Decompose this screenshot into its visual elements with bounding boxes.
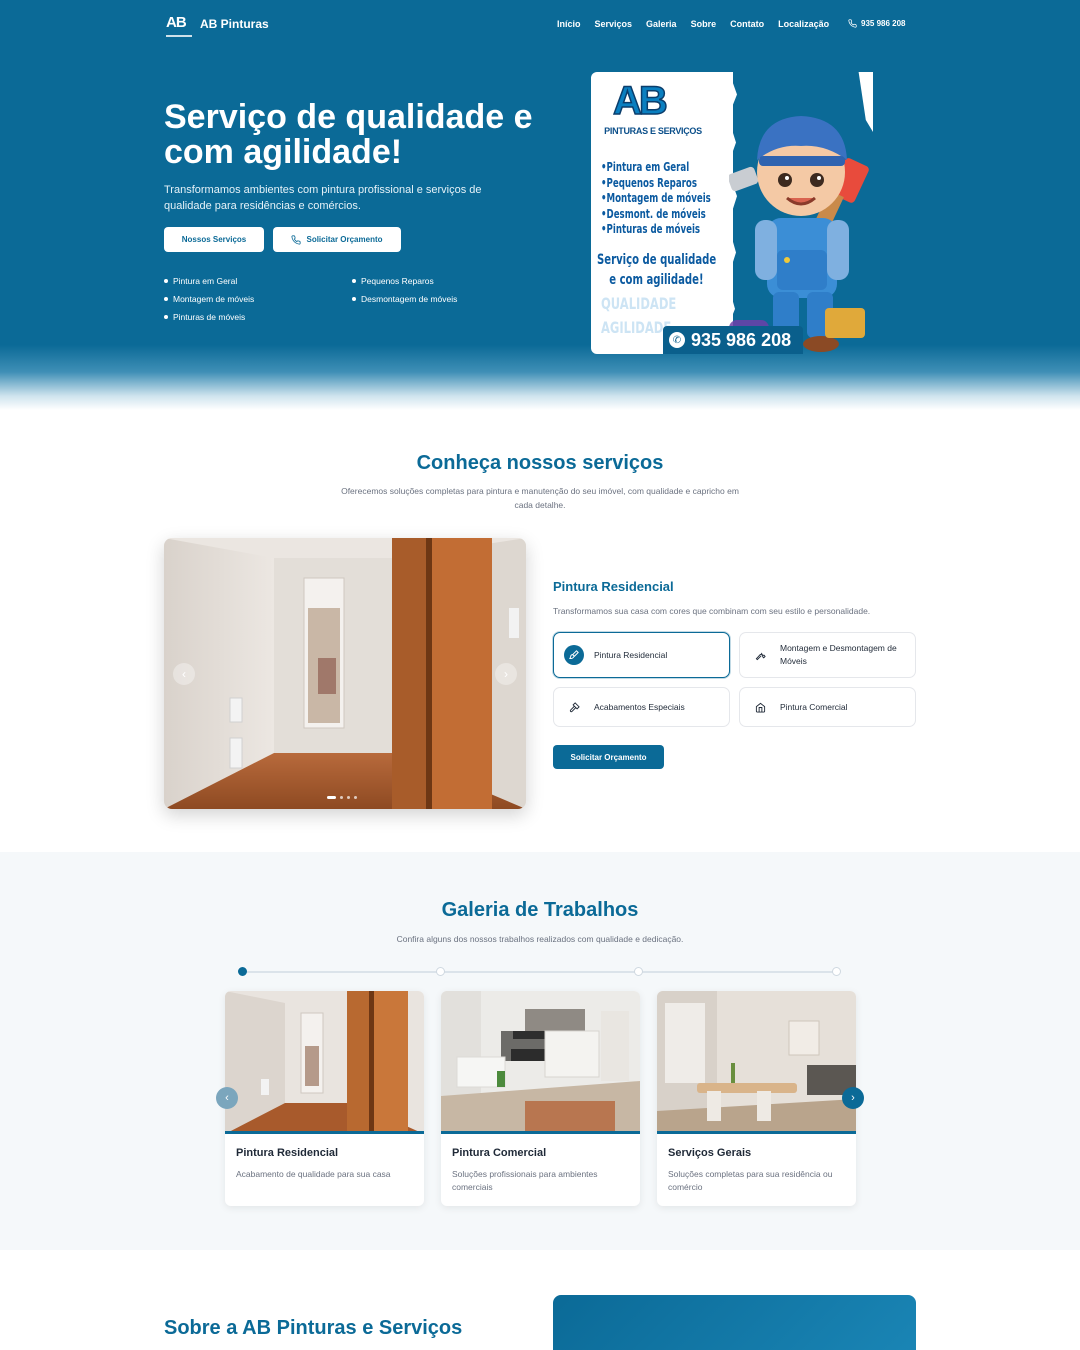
gallery-section-title: Galeria de Trabalhos bbox=[441, 899, 639, 921]
gallery-card[interactable]: Pintura Residencial Acabamento de qualid… bbox=[225, 991, 424, 1206]
service-card-label: Pintura Comercial bbox=[780, 702, 848, 712]
about-section-title: Sobre a AB Pinturas e Serviços bbox=[164, 1317, 463, 1339]
gallery-card-title: Serviços Gerais bbox=[668, 1147, 752, 1159]
brand-name: AB Pinturas bbox=[200, 17, 269, 31]
hammer-icon bbox=[564, 697, 584, 717]
poster-tagline: Serviço de qualidade e com agilidade! bbox=[597, 252, 717, 288]
services-section-title: Conheça nossos serviços bbox=[416, 452, 664, 474]
gallery-card-description: Soluções profissionais para ambientes co… bbox=[452, 1169, 598, 1192]
feature-item: Pequenos Reparos bbox=[352, 276, 434, 286]
poster-logo: AB PINTURAS E SERVIÇOS bbox=[604, 79, 702, 136]
gallery-card-image bbox=[441, 991, 640, 1134]
gallery-card[interactable]: Pintura Comercial Soluções profissionais… bbox=[441, 991, 640, 1206]
nav-link-localizacao[interactable]: Localização bbox=[778, 19, 829, 29]
gallery-step-dot[interactable] bbox=[832, 967, 841, 976]
gallery-card-description: Soluções completas para sua residência o… bbox=[668, 1169, 833, 1192]
paintbrush-icon bbox=[564, 645, 584, 665]
gallery-card-image bbox=[225, 991, 424, 1134]
gallery-next-button[interactable]: › bbox=[842, 1087, 864, 1109]
service-card-pintura-residencial[interactable]: Pintura Residencial bbox=[553, 632, 730, 678]
gallery-card-image bbox=[657, 991, 856, 1134]
gallery-card[interactable]: Serviços Gerais Soluções completas para … bbox=[657, 991, 856, 1206]
feature-item: Pinturas de móveis bbox=[164, 312, 245, 322]
gallery-step-dot[interactable] bbox=[436, 967, 445, 976]
slider-dot[interactable] bbox=[347, 796, 350, 799]
service-card-montagem[interactable]: Montagem e Desmontagem de Móveis bbox=[739, 632, 916, 678]
our-services-button[interactable]: Nossos Serviços bbox=[164, 227, 264, 252]
wrench-icon bbox=[750, 645, 770, 665]
nav-phone-number: 935 986 208 bbox=[861, 19, 906, 28]
gallery-card-title: Pintura Residencial bbox=[236, 1147, 339, 1159]
home-icon bbox=[750, 697, 770, 717]
nav-link-contato[interactable]: Contato bbox=[730, 19, 764, 29]
service-card-label: Pintura Residencial bbox=[594, 650, 668, 660]
slider-dot[interactable] bbox=[354, 796, 357, 799]
gallery-step-dot[interactable] bbox=[238, 967, 247, 976]
gallery-section-subtitle: Confira alguns dos nossos trabalhos real… bbox=[396, 934, 684, 944]
gallery-card-description: Acabamento de qualidade para sua casa bbox=[236, 1169, 391, 1179]
service-card-pintura-comercial[interactable]: Pintura Comercial bbox=[739, 687, 916, 727]
poster-logo-subtitle: PINTURAS E SERVIÇOS bbox=[604, 126, 702, 136]
gallery-step-dot[interactable] bbox=[634, 967, 643, 976]
brand-logo: AB bbox=[166, 14, 192, 37]
our-services-label: Nossos Serviços bbox=[181, 235, 247, 244]
nav-link-sobre[interactable]: Sobre bbox=[691, 19, 717, 29]
slider-prev-button[interactable]: ‹ bbox=[173, 663, 195, 685]
request-quote-label: Solicitar Orçamento bbox=[306, 235, 383, 244]
nav-link-inicio[interactable]: Início bbox=[557, 19, 581, 29]
hallway-photo bbox=[164, 538, 526, 809]
nav-links: Início Serviços Galeria Sobre Contato Lo… bbox=[557, 19, 829, 29]
service-card-label: Montagem e Desmontagem de Móveis bbox=[780, 643, 897, 666]
slider-dot[interactable] bbox=[327, 796, 336, 799]
top-navbar: AB AB Pinturas Início Serviços Galeria S… bbox=[0, 0, 1080, 50]
services-image-slider[interactable]: ‹ › bbox=[164, 538, 526, 809]
slider-dots bbox=[327, 796, 357, 799]
about-feature-box bbox=[553, 1295, 916, 1350]
phone-icon bbox=[848, 19, 857, 28]
gallery-card-title: Pintura Comercial bbox=[452, 1147, 547, 1159]
services-section-subtitle: Oferecemos soluções completas para pintu… bbox=[341, 486, 739, 510]
service-card-acabamentos[interactable]: Acabamentos Especiais bbox=[553, 687, 730, 727]
hero-subtitle: Transformamos ambientes com pintura prof… bbox=[164, 184, 482, 212]
services-quote-button[interactable]: Solicitar Orçamento bbox=[553, 745, 664, 769]
whatsapp-icon: ✆ bbox=[669, 332, 685, 348]
nav-link-servicos[interactable]: Serviços bbox=[595, 19, 633, 29]
request-quote-button[interactable]: Solicitar Orçamento bbox=[273, 227, 401, 252]
feature-item: Pintura em Geral bbox=[164, 276, 237, 286]
hero-section: AB AB Pinturas Início Serviços Galeria S… bbox=[0, 0, 1080, 410]
slider-next-button[interactable]: › bbox=[495, 663, 517, 685]
brand[interactable]: AB AB Pinturas bbox=[166, 14, 269, 37]
active-service-description: Transformamos sua casa com cores que com… bbox=[553, 606, 871, 616]
hero-title: Serviço de qualidade e com agilidade! bbox=[164, 98, 533, 171]
active-service-title: Pintura Residencial bbox=[553, 579, 674, 594]
nav-phone-link[interactable]: 935 986 208 bbox=[848, 19, 906, 28]
gallery-prev-button[interactable]: ‹ bbox=[216, 1087, 238, 1109]
feature-item: Desmontagem de móveis bbox=[352, 294, 457, 304]
phone-icon bbox=[291, 234, 302, 245]
promo-poster: AB PINTURAS E SERVIÇOS •Pintura em Geral… bbox=[591, 72, 873, 354]
feature-item: Montagem de móveis bbox=[164, 294, 254, 304]
service-card-label: Acabamentos Especiais bbox=[594, 702, 685, 712]
slider-dot[interactable] bbox=[340, 796, 343, 799]
nav-link-galeria[interactable]: Galeria bbox=[646, 19, 677, 29]
painter-mascot-illustration bbox=[729, 116, 869, 352]
gallery-progress-track bbox=[242, 971, 838, 973]
poster-phone-badge: ✆ 935 986 208 bbox=[663, 326, 803, 354]
